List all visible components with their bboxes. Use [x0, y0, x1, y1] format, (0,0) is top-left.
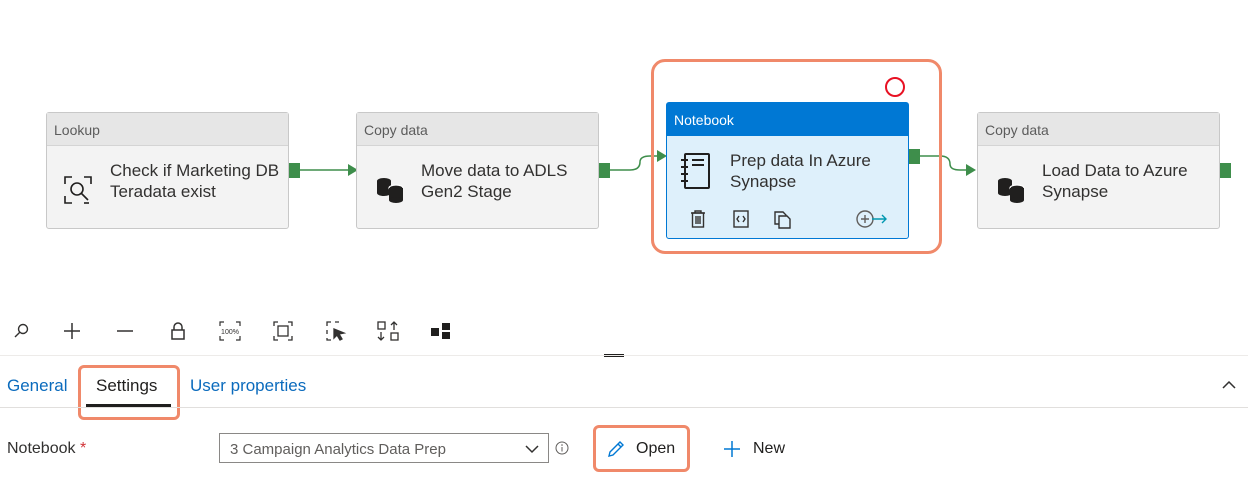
- edit-pencil-icon: [608, 441, 624, 457]
- code-icon[interactable]: [731, 209, 751, 229]
- activity-copy-data[interactable]: Copy data Move data to ADLS Gen2 Stage: [356, 112, 599, 229]
- activity-name-line: Check if Marketing DB: [110, 161, 280, 180]
- notebook-field-label: Notebook *: [7, 440, 86, 458]
- open-button-label: Open: [636, 440, 676, 457]
- output-port[interactable]: [909, 149, 920, 164]
- activity-type-label: Notebook: [667, 103, 908, 136]
- chevron-down-icon: [525, 445, 539, 454]
- database-icon: [377, 178, 404, 203]
- copy-icon[interactable]: [772, 209, 792, 229]
- add-icon: [724, 441, 740, 457]
- fit-to-screen-icon[interactable]: [270, 318, 296, 344]
- activity-name-line: Gen2 Stage: [421, 182, 512, 201]
- activity-name-line: Move data to ADLS: [421, 161, 568, 180]
- pipeline-editor: Lookup Check if Marketing DB Teradata ex…: [0, 0, 1248, 497]
- output-port[interactable]: [599, 163, 610, 178]
- canvas-toolbar: 100%: [0, 312, 1248, 352]
- search-icon[interactable]: [8, 318, 34, 344]
- database-icon: [998, 178, 1025, 203]
- activity-name-line: Prep data In Azure: [730, 151, 871, 170]
- tabs-divider: [0, 407, 1248, 408]
- notebook-label-text: Notebook: [7, 440, 76, 457]
- activity-notebook[interactable]: Notebook Prep data In Azure Synapse: [666, 102, 909, 239]
- lock-icon[interactable]: [165, 318, 191, 344]
- activity-lookup[interactable]: Lookup Check if Marketing DB Teradata ex…: [46, 112, 289, 229]
- zoom-in-icon[interactable]: [59, 318, 85, 344]
- tab-general[interactable]: General: [7, 376, 67, 396]
- info-icon[interactable]: [555, 441, 569, 455]
- activity-name-line: Teradata exist: [110, 182, 216, 201]
- zoom-100-text: 100%: [221, 329, 239, 336]
- select-icon[interactable]: [323, 318, 349, 344]
- activity-name-line: Synapse: [1042, 182, 1109, 201]
- delete-icon[interactable]: [689, 209, 707, 229]
- new-button-label: New: [753, 440, 786, 457]
- output-port[interactable]: [289, 163, 300, 178]
- lookup-icon: [64, 176, 92, 204]
- new-notebook-button[interactable]: New: [719, 433, 799, 464]
- tab-user-properties[interactable]: User properties: [190, 376, 306, 396]
- add-output-icon[interactable]: [855, 208, 889, 230]
- activity-type-label: Copy data: [978, 113, 1219, 146]
- error-indicator-icon: [885, 77, 905, 97]
- output-port[interactable]: [1220, 163, 1231, 178]
- activity-type-label: Copy data: [357, 113, 598, 146]
- zoom-100-icon[interactable]: 100%: [217, 318, 243, 344]
- notebook-icon: [681, 153, 710, 189]
- activity-type-label: Lookup: [47, 113, 288, 146]
- activity-name-line: Synapse: [730, 172, 797, 191]
- panel-divider: [0, 355, 1248, 356]
- activity-copy-data[interactable]: Copy data Load Data to Azure Synapse: [977, 112, 1220, 229]
- zoom-out-icon[interactable]: [112, 318, 138, 344]
- auto-align-icon[interactable]: [375, 318, 401, 344]
- layout-icon[interactable]: [428, 318, 454, 344]
- tab-settings[interactable]: Settings: [96, 376, 157, 396]
- chevron-up-icon[interactable]: [1220, 376, 1238, 394]
- notebook-select-value: 3 Campaign Analytics Data Prep: [230, 441, 446, 458]
- open-notebook-button[interactable]: Open: [603, 433, 683, 464]
- required-marker: *: [79, 440, 87, 457]
- notebook-select[interactable]: 3 Campaign Analytics Data Prep: [219, 433, 549, 463]
- activity-name-line: Load Data to Azure: [1042, 161, 1188, 180]
